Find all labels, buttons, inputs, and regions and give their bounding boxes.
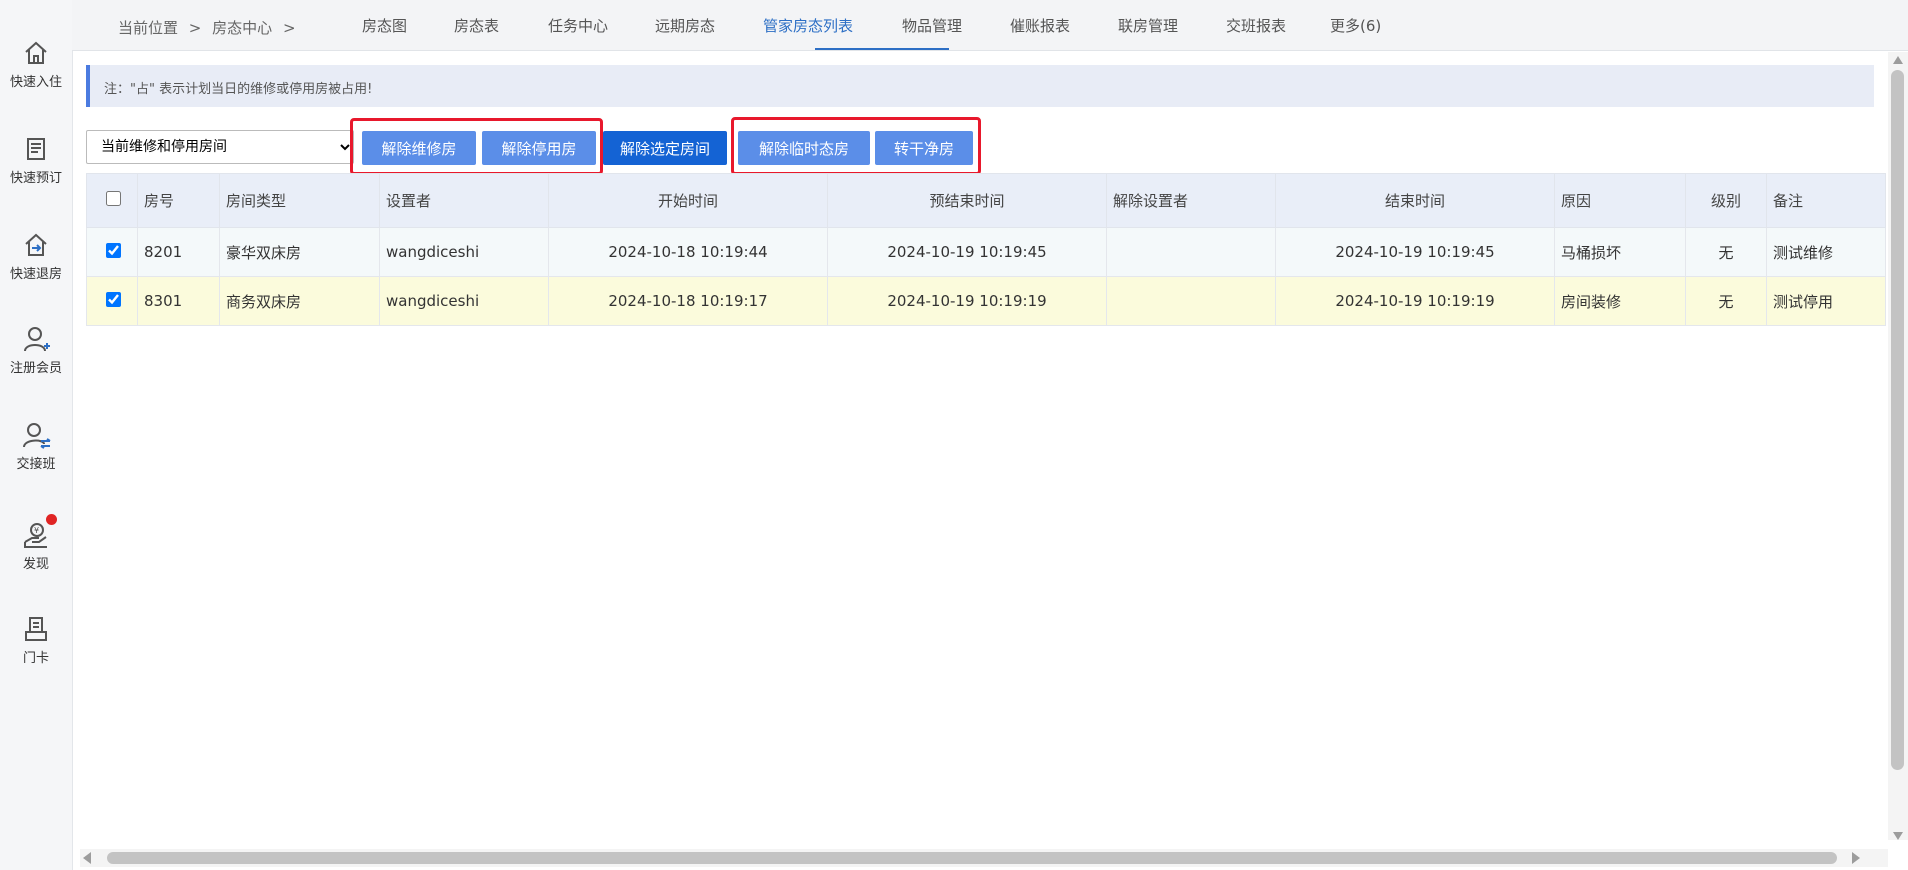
reason: 马桶损坏 — [1554, 227, 1686, 277]
select-all-cell — [86, 173, 138, 228]
breadcrumb-separator: > — [188, 19, 202, 37]
active-tab-indicator — [815, 48, 949, 50]
add-member-icon — [24, 327, 50, 352]
column-header[interactable]: 房号 — [137, 173, 220, 228]
end-time: 2024-10-19 10:19:45 — [1275, 227, 1555, 277]
table-header-row: 房号 房间类型 设置者 开始时间 预结束时间 解除设置者 结束时间 原因 级别 … — [86, 173, 1886, 228]
start-time: 2024-10-18 10:19:44 — [548, 227, 828, 277]
horizontal-scrollbar[interactable] — [80, 849, 1888, 867]
sidebar-item-label: 快速退房 — [9, 267, 62, 282]
tab-item-management[interactable]: 物品管理 — [902, 15, 962, 36]
convert-clean-button[interactable]: 转干净房 — [875, 131, 973, 165]
select-all-checkbox[interactable] — [105, 191, 121, 206]
scroll-right-arrow-icon[interactable] — [1852, 852, 1860, 864]
setter: wangdiceshi — [379, 276, 549, 326]
column-header[interactable]: 设置者 — [379, 173, 549, 228]
release-selected-button[interactable]: 解除选定房间 — [603, 131, 727, 165]
table-row[interactable]: 8301 商务双床房 wangdiceshi 2024-10-18 10:19:… — [86, 276, 1886, 326]
sidebar-item-door-card[interactable]: 门卡 — [0, 614, 72, 666]
column-header[interactable]: 备注 — [1766, 173, 1886, 228]
row-select-cell — [86, 276, 138, 326]
setter: wangdiceshi — [379, 227, 549, 277]
breadcrumb-separator: > — [282, 19, 296, 37]
level: 无 — [1685, 227, 1767, 277]
column-header[interactable]: 结束时间 — [1275, 173, 1555, 228]
booking-icon — [27, 138, 45, 160]
room-number: 8201 — [137, 227, 220, 277]
scroll-down-arrow-icon[interactable] — [1893, 832, 1903, 840]
note: 测试维修 — [1766, 227, 1886, 277]
column-header[interactable]: 解除设置者 — [1106, 173, 1276, 228]
scroll-left-arrow-icon[interactable] — [83, 852, 91, 864]
door-card-icon — [25, 617, 47, 641]
sidebar-item-label: 快速预订 — [9, 171, 62, 186]
sidebar-item-quick-checkin[interactable]: 快速入住 — [0, 38, 72, 90]
scroll-up-arrow-icon[interactable] — [1893, 56, 1903, 64]
room-status-table: 房号 房间类型 设置者 开始时间 预结束时间 解除设置者 结束时间 原因 级别 … — [86, 173, 1886, 326]
releaser — [1106, 276, 1276, 326]
breadcrumb-current-location: 当前位置 — [118, 19, 179, 37]
checkout-icon — [25, 233, 47, 256]
end-time: 2024-10-19 10:19:19 — [1275, 276, 1555, 326]
vertical-scroll-thumb[interactable] — [1891, 70, 1904, 770]
horizontal-scroll-thumb[interactable] — [107, 852, 1837, 864]
tab-task-center[interactable]: 任务中心 — [548, 15, 608, 36]
tab-dunning-report[interactable]: 催账报表 — [1010, 15, 1070, 36]
room-number: 8301 — [137, 276, 220, 326]
planned-end-time: 2024-10-19 10:19:19 — [827, 276, 1107, 326]
release-disabled-button[interactable]: 解除停用房 — [482, 131, 596, 165]
room-filter-select[interactable]: 当前维修和停用房间 — [86, 130, 354, 164]
sidebar-item-label: 交接班 — [16, 457, 56, 472]
notice-text: 注："占" 表示计划当日的维修或停用房被占用! — [104, 82, 373, 97]
tab-housekeeping-list[interactable]: 管家房态列表 — [763, 15, 853, 36]
row-checkbox[interactable] — [105, 242, 121, 258]
top-nav: 当前位置 > 房态中心 > 房态图 房态表 任务中心 远期房态 管家房态列表 物… — [72, 0, 1908, 51]
row-checkbox[interactable] — [105, 291, 121, 307]
sidebar-item-discover[interactable]: ¥ 发现 — [0, 514, 72, 572]
discover-icon: ¥ — [24, 523, 47, 548]
tab-more[interactable]: 更多(6) — [1330, 15, 1381, 36]
tab-linked-rooms[interactable]: 联房管理 — [1118, 15, 1178, 36]
start-time: 2024-10-18 10:19:17 — [548, 276, 828, 326]
reason: 房间装修 — [1554, 276, 1686, 326]
svg-text:¥: ¥ — [34, 526, 39, 535]
notification-dot — [46, 514, 57, 525]
column-header[interactable]: 级别 — [1685, 173, 1767, 228]
room-type: 豪华双床房 — [219, 227, 380, 277]
tab-future-room-status[interactable]: 远期房态 — [655, 15, 715, 36]
column-header[interactable]: 房间类型 — [219, 173, 380, 228]
tab-room-status-table[interactable]: 房态表 — [454, 15, 499, 36]
sidebar-item-label: 注册会员 — [9, 361, 62, 376]
shift-handover-icon — [23, 423, 51, 449]
release-temporary-button[interactable]: 解除临时态房 — [738, 131, 870, 165]
room-type: 商务双床房 — [219, 276, 380, 326]
sidebar-item-shift-handover[interactable]: 交接班 — [0, 420, 72, 472]
home-icon — [25, 41, 47, 64]
sidebar: 快速入住 快速预订 快速退房 注册会员 交接班 ¥ 发现 门卡 — [0, 0, 73, 870]
release-maintenance-button[interactable]: 解除维修房 — [362, 131, 476, 165]
sidebar-item-register-member[interactable]: 注册会员 — [0, 324, 72, 376]
notice-banner: 注："占" 表示计划当日的维修或停用房被占用! — [86, 65, 1874, 107]
column-header[interactable]: 原因 — [1554, 173, 1686, 228]
tab-room-status-map[interactable]: 房态图 — [362, 15, 407, 36]
sidebar-item-label: 发现 — [22, 557, 49, 572]
column-header[interactable]: 开始时间 — [548, 173, 828, 228]
level: 无 — [1685, 276, 1767, 326]
breadcrumb-room-center[interactable]: 房态中心 — [212, 19, 272, 37]
sidebar-item-label: 门卡 — [22, 651, 49, 666]
tab-shift-report[interactable]: 交班报表 — [1226, 15, 1286, 36]
table-row[interactable]: 8201 豪华双床房 wangdiceshi 2024-10-18 10:19:… — [86, 227, 1886, 277]
planned-end-time: 2024-10-19 10:19:45 — [827, 227, 1107, 277]
sidebar-item-quick-checkout[interactable]: 快速退房 — [0, 230, 72, 282]
sidebar-item-quick-booking[interactable]: 快速预订 — [0, 134, 72, 186]
breadcrumb: 当前位置 > 房态中心 > — [118, 17, 302, 38]
releaser — [1106, 227, 1276, 277]
sidebar-item-label: 快速入住 — [9, 75, 62, 90]
column-header[interactable]: 预结束时间 — [827, 173, 1107, 228]
row-select-cell — [86, 227, 138, 277]
note: 测试停用 — [1766, 276, 1886, 326]
vertical-scrollbar[interactable] — [1888, 52, 1908, 840]
